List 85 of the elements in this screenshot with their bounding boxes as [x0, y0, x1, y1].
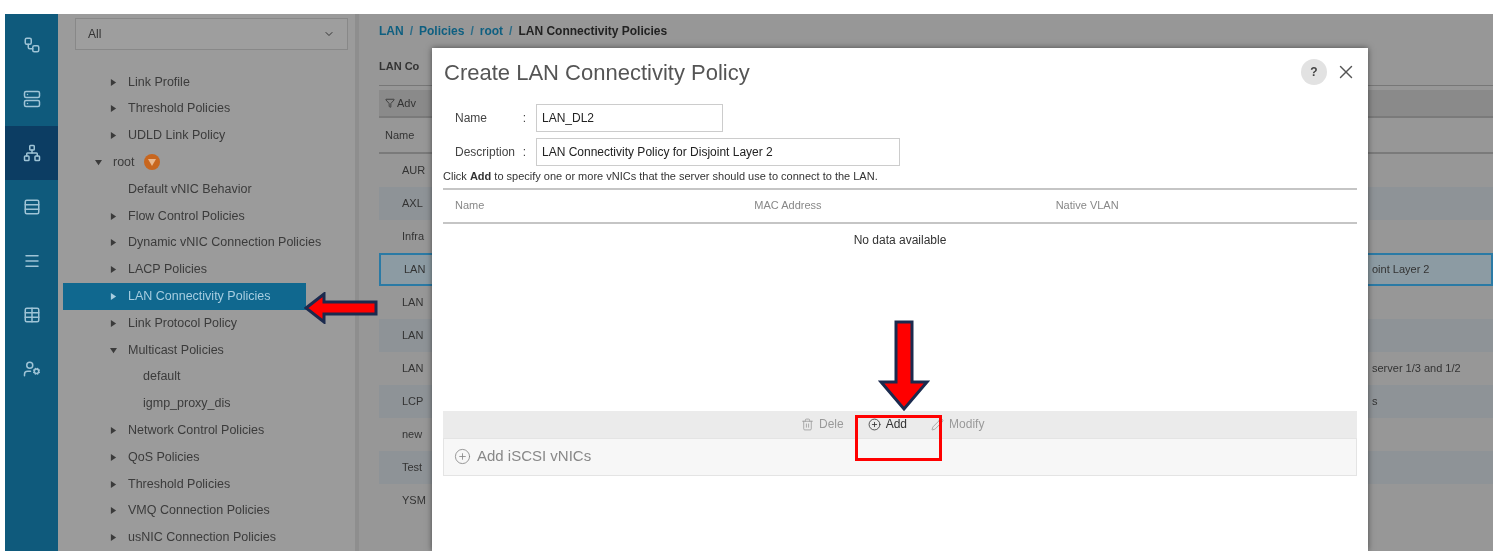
table-cell-text: LCP	[402, 394, 424, 410]
breadcrumb-separator: /	[470, 23, 474, 40]
table-row[interactable]: AXL	[379, 187, 432, 220]
column-header: Native VLAN	[1055, 198, 1120, 214]
field-colon: :	[521, 144, 528, 161]
table-cell-text: AXL	[402, 196, 423, 212]
table-cell-text: LAN	[402, 295, 424, 311]
server-icon	[22, 90, 41, 108]
table-row[interactable]: Test	[379, 451, 432, 484]
tree-item[interactable]: Threshold Policies	[63, 95, 350, 123]
tree-item[interactable]: VMQ Connection Policies	[63, 497, 350, 525]
iscsi-button[interactable]: Add iSCSI vNICs	[443, 437, 1357, 476]
network-icon	[22, 144, 41, 162]
tree-item[interactable]: UDLD Link Policy	[63, 122, 350, 150]
hierarchy-icon	[22, 36, 41, 54]
nav-button[interactable]	[5, 126, 58, 180]
table-row[interactable]: oint Layer 2	[1368, 253, 1493, 286]
breadcrumb-link[interactable]: Policies	[419, 22, 465, 40]
list-title: LAN Co	[379, 59, 420, 75]
breadcrumb-separator: /	[409, 23, 413, 40]
table-row[interactable]: s	[1368, 385, 1493, 418]
table-row[interactable]: LAN	[379, 319, 432, 352]
tree-item[interactable]: Network Control Policies	[63, 417, 350, 444]
table-row[interactable]: YSM	[379, 484, 432, 517]
table-cell-text: LAN	[402, 361, 424, 377]
dialog-title: Create LAN Connectivity Policy	[444, 58, 750, 87]
table-row[interactable]: new	[379, 418, 432, 451]
table-row[interactable]: LCP	[379, 385, 432, 418]
table-row[interactable]: LAN	[379, 352, 432, 385]
table-cell-text: oint Layer 2	[1371, 262, 1430, 278]
instruction-text: Click Add to specify one or more vNICs that the server should use to connect to the LAN.	[443, 169, 879, 184]
column-header: Name	[385, 127, 415, 143]
table-icon	[22, 306, 41, 324]
tree-item[interactable]: Default vNIC Behavior	[63, 175, 350, 203]
column-header: MAC Address	[754, 198, 823, 214]
table-cell-text: s	[1371, 394, 1378, 410]
table-cell-text: AUR	[402, 163, 426, 179]
table-cell-text: Infra	[402, 229, 424, 245]
filter-dropdown[interactable]: All	[75, 18, 348, 50]
plus-icon	[867, 417, 881, 431]
field-label: Name	[454, 110, 488, 127]
table-cell-text: server 1/3 and 1/2	[1371, 361, 1461, 377]
breadcrumb-link[interactable]: root	[479, 22, 504, 40]
tree-item[interactable]: Dynamic vNIC Connection Policies	[63, 229, 350, 257]
text-field[interactable]: LAN Connectivity Policy for Disjoint Layer 2	[536, 138, 900, 166]
user-gear-icon	[22, 360, 41, 378]
column-header: Name	[454, 198, 486, 214]
table-row[interactable]: LAN	[379, 253, 432, 286]
table-cell-text: LAN	[402, 328, 424, 344]
text-field[interactable]: LAN_DL2	[536, 104, 723, 132]
list-icon	[22, 252, 41, 270]
tree-item[interactable]: default	[63, 363, 350, 391]
table-cell-text: new	[402, 427, 423, 443]
tree-item[interactable]: LAN Connectivity Policies	[63, 283, 306, 310]
help-button[interactable]: ?	[1301, 59, 1327, 85]
tree-item[interactable]: usNIC Connection Policies	[63, 524, 350, 551]
trash-icon	[801, 417, 814, 431]
filter-button[interactable]: Adv	[379, 90, 432, 118]
tree-item[interactable]: Threshold Policies	[63, 470, 350, 498]
tree-item[interactable]: Link Profile	[63, 68, 350, 96]
stack-icon	[22, 198, 41, 216]
table-cell-text: Test	[402, 460, 423, 476]
toolbar-button[interactable]: Add	[867, 415, 908, 433]
filter-icon	[385, 98, 395, 108]
tree-item[interactable]: LACP Policies	[63, 256, 350, 284]
table-cell-text: YSM	[402, 493, 426, 509]
empty-message: No data available	[853, 231, 947, 249]
tree-item[interactable]: Multicast Policies	[63, 336, 350, 364]
table-row[interactable]: AUR	[379, 154, 432, 187]
table-row[interactable]: server 1/3 and 1/2	[1368, 352, 1493, 385]
tree-item[interactable]: Flow Control Policies	[63, 202, 350, 230]
field-label: Description	[454, 144, 513, 161]
field-colon: :	[521, 110, 528, 127]
table-row[interactable]: LAN	[379, 286, 432, 319]
table-row[interactable]: Infra	[379, 220, 432, 253]
plus-icon	[454, 448, 471, 465]
tree-item[interactable]: igmp_proxy_dis	[63, 390, 350, 417]
breadcrumb-current: LAN Connectivity Policies	[518, 23, 668, 40]
tree-item[interactable]: Link Protocol Policy	[63, 309, 350, 337]
breadcrumb-link[interactable]: LAN	[379, 22, 404, 40]
tree-item[interactable]: root	[63, 149, 350, 176]
table-cell-text: LAN	[404, 262, 426, 278]
pencil-icon	[931, 417, 945, 431]
breadcrumb-separator: /	[509, 23, 513, 40]
tree-item[interactable]: QoS Policies	[63, 443, 350, 471]
